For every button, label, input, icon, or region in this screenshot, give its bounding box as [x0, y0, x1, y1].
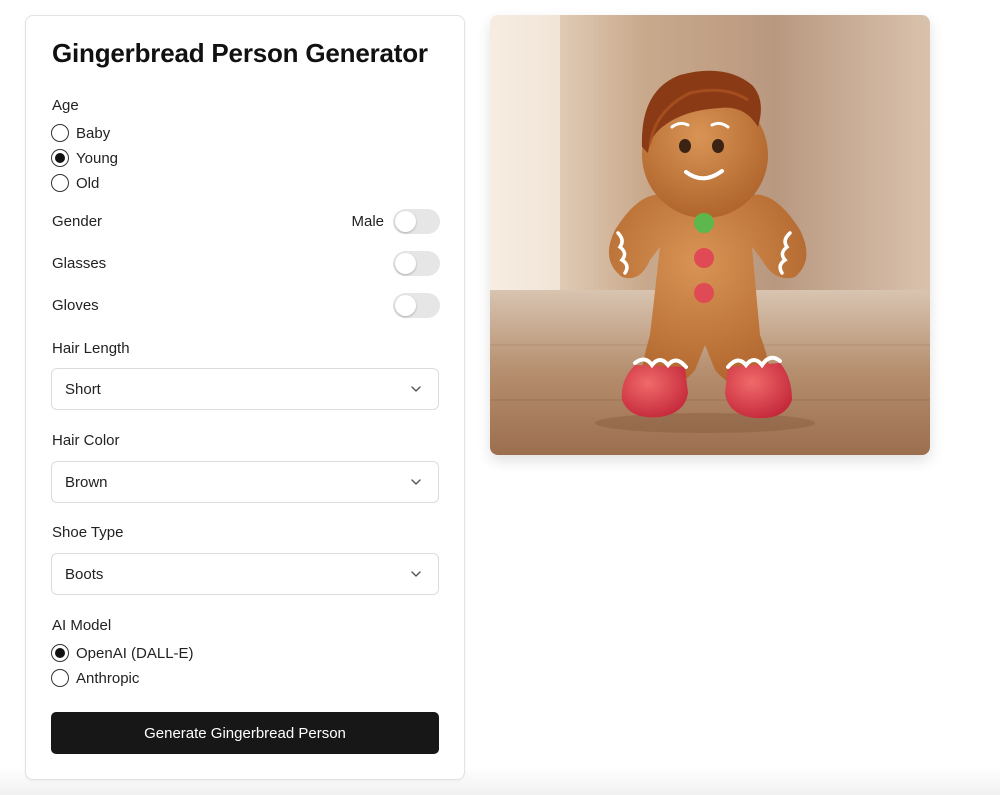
radio-button[interactable] [51, 669, 69, 687]
generated-image [490, 15, 930, 455]
hair-color-label: Hair Color [52, 432, 120, 449]
radio-button-selected[interactable] [51, 149, 69, 167]
gingerbread-person-image [490, 15, 930, 455]
age-label: Age [52, 97, 79, 114]
gender-label: Gender [52, 213, 103, 230]
hair-color-value: Brown [65, 474, 108, 491]
toggle-knob [395, 295, 416, 316]
radio-button-selected[interactable] [51, 644, 69, 662]
generate-button[interactable]: Generate Gingerbread Person [51, 712, 439, 754]
ai-model-option-label: Anthropic [76, 669, 140, 687]
age-option-young[interactable]: Young [51, 147, 118, 169]
shoe-type-value: Boots [65, 566, 104, 583]
age-option-label: Young [76, 149, 118, 167]
ai-model-label: AI Model [52, 617, 112, 634]
ai-model-option-anthropic[interactable]: Anthropic [51, 667, 139, 689]
age-option-baby[interactable]: Baby [51, 122, 110, 144]
age-option-label: Baby [76, 124, 111, 142]
generator-form-panel: Gingerbread Person Generator Age Baby Yo… [25, 15, 465, 780]
hair-length-value: Short [65, 381, 101, 398]
hair-length-label: Hair Length [52, 340, 130, 357]
chevron-down-icon [411, 571, 421, 577]
age-option-label: Old [76, 174, 100, 192]
chevron-down-icon [411, 479, 421, 485]
gloves-label: Gloves [52, 297, 99, 314]
glasses-label: Glasses [52, 255, 107, 272]
toggle-knob [395, 211, 416, 232]
gloves-toggle[interactable] [393, 293, 440, 318]
ai-model-option-openai[interactable]: OpenAI (DALL-E) [51, 642, 194, 664]
page-title: Gingerbread Person Generator [52, 38, 428, 68]
ai-model-option-label: OpenAI (DALL-E) [76, 644, 194, 662]
hair-length-select[interactable]: Short [51, 368, 439, 410]
age-option-old[interactable]: Old [51, 172, 99, 194]
radio-button[interactable] [51, 124, 69, 142]
radio-button[interactable] [51, 174, 69, 192]
gender-value-text: Male [351, 213, 384, 230]
gender-toggle[interactable] [393, 209, 440, 234]
chevron-down-icon [411, 386, 421, 392]
toggle-knob [395, 253, 416, 274]
shoe-type-label: Shoe Type [52, 524, 124, 541]
hair-color-select[interactable]: Brown [51, 461, 439, 503]
glasses-toggle[interactable] [393, 251, 440, 276]
shoe-type-select[interactable]: Boots [51, 553, 439, 595]
